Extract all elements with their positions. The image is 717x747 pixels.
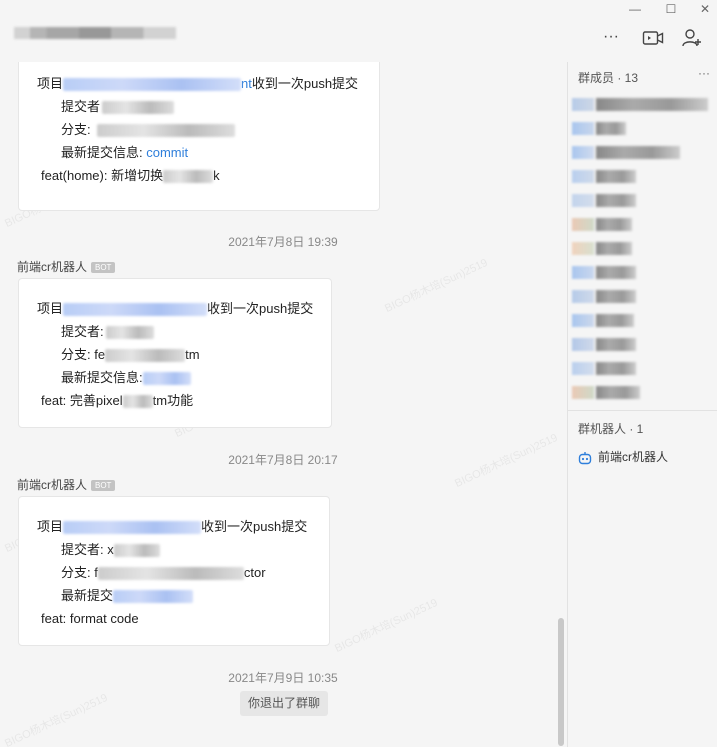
redacted-project-name xyxy=(63,303,208,317)
feat-text: feat: 完善pixel xyxy=(41,393,123,408)
redacted-feat xyxy=(163,170,214,184)
member-name-redacted xyxy=(596,242,632,255)
watermark: BIGO杨木培(Sun)2519 xyxy=(333,596,440,655)
member-avatar xyxy=(572,170,594,183)
redacted-branch xyxy=(105,349,186,363)
redacted-feat xyxy=(122,395,153,409)
member-avatar xyxy=(572,290,594,303)
branch-label: 分支: xyxy=(61,347,91,362)
redacted-project-name xyxy=(63,78,242,92)
robot-icon xyxy=(578,451,592,465)
submitter-label: 提交者: xyxy=(61,542,104,557)
member-name-redacted xyxy=(596,386,640,399)
left-group-notice: 你退出了群聊 xyxy=(240,691,328,716)
member-avatar xyxy=(572,314,594,327)
close-button[interactable]: ✕ xyxy=(698,2,712,16)
member-avatar xyxy=(572,194,594,207)
submitter-label: 提交者: xyxy=(61,324,104,339)
commit-msg-label: 最新提交信息: xyxy=(61,145,143,160)
message-card: 项目 收到一次push提交 提交者: 分支: fe tm 最新提交信息: feat:… xyxy=(18,278,332,428)
project-suffix: 收到一次push提交 xyxy=(251,76,359,91)
redacted-submitter xyxy=(102,101,175,115)
branch-label: 分支: xyxy=(61,565,91,580)
member-name-redacted xyxy=(596,98,708,111)
feat-text-tail: k xyxy=(213,168,220,183)
member-avatar xyxy=(572,146,594,159)
member-name-redacted xyxy=(596,218,632,231)
member-avatar xyxy=(572,266,594,279)
bot-badge: BOT xyxy=(91,262,116,274)
minimize-button[interactable]: — xyxy=(628,2,642,16)
member-avatar xyxy=(572,98,594,111)
members-more-icon[interactable]: ··· xyxy=(698,66,710,80)
branch-label: 分支: xyxy=(61,122,91,137)
chat-messages-area[interactable]: BIGO杨木培(Sun)2519 BIGO杨木培(Sun)2519 BIGO杨木… xyxy=(0,62,566,747)
member-avatar xyxy=(572,218,594,231)
project-prefix: 项目 xyxy=(37,519,64,534)
project-link[interactable]: nt xyxy=(241,76,252,91)
redacted-branch xyxy=(97,567,244,581)
member-name-redacted xyxy=(596,266,636,279)
feat-text-tail: tm功能 xyxy=(152,393,194,408)
members-title: 群成员 · 13 xyxy=(578,71,639,85)
maximize-button[interactable]: ☐ xyxy=(664,2,678,16)
branch-tail: tm xyxy=(185,347,200,362)
message-timestamp: 2021年7月8日 20:17 xyxy=(228,453,338,467)
chat-title-redacted xyxy=(14,27,176,39)
message-timestamp: 2021年7月8日 19:39 xyxy=(228,235,338,249)
member-sidebar: 群成员 · 13 ··· 群机器人 · 1 前端cr机器人 xyxy=(568,62,717,747)
more-options-icon[interactable]: ··· xyxy=(603,28,625,48)
commit-msg-label: 最新提交 xyxy=(61,588,114,603)
redacted-submitter xyxy=(113,544,160,558)
member-name-redacted xyxy=(596,170,636,183)
sidebar-divider xyxy=(568,410,717,411)
member-avatar xyxy=(572,362,594,375)
message-card: 项目 nt收到一次push提交 提交者 分支: 最新提交信息: commit fe… xyxy=(18,62,380,211)
project-suffix: 收到一次push提交 xyxy=(201,519,308,534)
message-card: 项目 收到一次push提交 提交者: x 分支: f ctor 最新提交 feat:… xyxy=(18,496,330,646)
member-avatar xyxy=(572,242,594,255)
chat-scrollbar[interactable] xyxy=(558,618,564,746)
member-name-redacted xyxy=(596,146,680,159)
member-avatar xyxy=(572,386,594,399)
branch-head: fe xyxy=(94,347,106,362)
member-name-redacted xyxy=(596,314,634,327)
submitter-head: x xyxy=(107,542,114,557)
redacted-submitter xyxy=(105,326,154,340)
bot-badge: BOT xyxy=(91,480,116,492)
branch-tail: ctor xyxy=(243,565,266,580)
member-name-redacted xyxy=(596,362,636,375)
redacted-commit-link[interactable] xyxy=(142,372,191,386)
robot-item[interactable]: 前端cr机器人 xyxy=(578,448,668,465)
sender-name: 前端cr机器人 BOT xyxy=(17,258,116,275)
submitter-label: 提交者 xyxy=(61,99,101,114)
add-member-icon[interactable] xyxy=(681,28,703,48)
member-name-redacted xyxy=(596,338,636,351)
feat-text: feat: format code xyxy=(41,611,139,626)
feat-text: feat(home): 新增切换 xyxy=(41,168,164,183)
sender-label: 前端cr机器人 xyxy=(17,478,87,492)
project-prefix: 项目 xyxy=(37,76,64,91)
member-name-redacted xyxy=(596,290,636,303)
member-avatar xyxy=(572,338,594,351)
message-timestamp: 2021年7月9日 10:35 xyxy=(228,671,338,685)
redacted-commit-link[interactable] xyxy=(113,590,194,604)
robots-title: 群机器人 · 1 xyxy=(578,422,644,436)
redacted-project-name xyxy=(63,521,202,535)
video-call-icon[interactable] xyxy=(642,28,664,48)
commit-link[interactable]: commit xyxy=(146,145,188,160)
member-name-redacted xyxy=(596,194,636,207)
project-prefix: 项目 xyxy=(37,301,64,316)
watermark: BIGO杨木培(Sun)2519 xyxy=(383,256,490,315)
redacted-branch xyxy=(96,124,235,138)
watermark: BIGO杨木培(Sun)2519 xyxy=(3,691,110,747)
member-name-redacted xyxy=(596,122,626,135)
commit-msg-label: 最新提交信息: xyxy=(61,370,143,385)
sender-name: 前端cr机器人 BOT xyxy=(17,476,116,493)
sender-label: 前端cr机器人 xyxy=(17,260,87,274)
robot-name: 前端cr机器人 xyxy=(598,450,668,464)
project-suffix: 收到一次push提交 xyxy=(207,301,314,316)
title-bar: — ☐ ✕ ··· xyxy=(0,0,717,62)
member-avatar xyxy=(572,122,594,135)
